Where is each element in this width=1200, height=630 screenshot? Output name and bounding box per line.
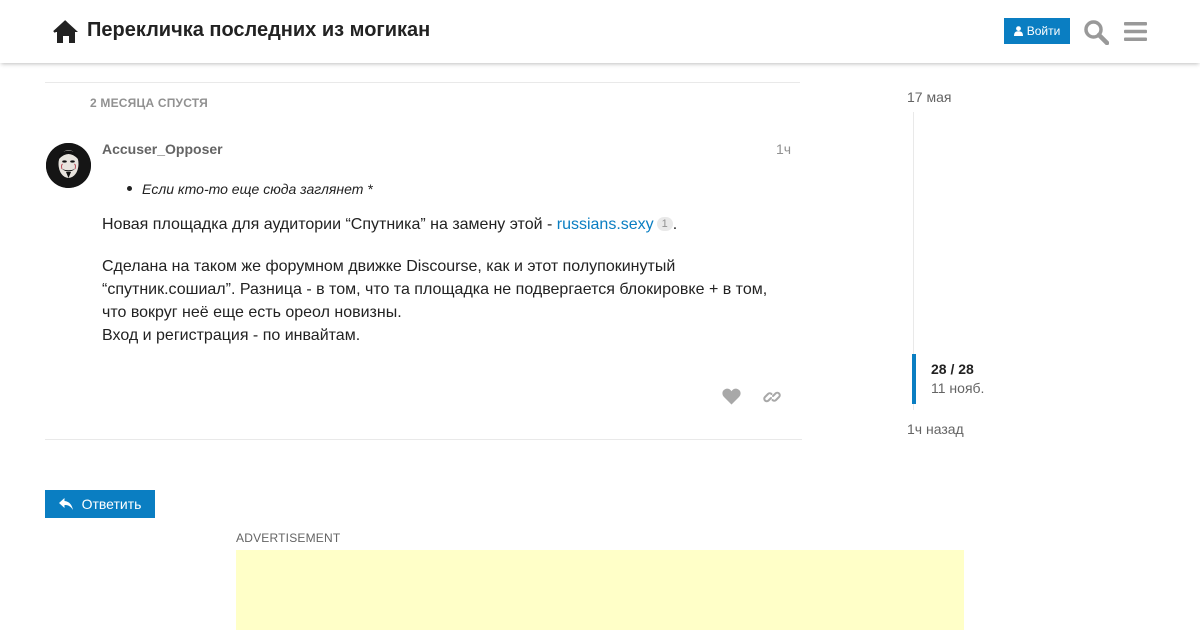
timeline-position: 28 / 28 — [931, 361, 974, 377]
timeline-start-date[interactable]: 17 мая — [907, 89, 951, 105]
para1-text: Новая площадка для аудитории “Спутника” … — [102, 216, 557, 233]
timeline-handle[interactable] — [912, 354, 916, 404]
link-icon[interactable] — [763, 388, 781, 406]
heart-icon[interactable] — [722, 388, 741, 405]
search-icon[interactable] — [1083, 19, 1109, 45]
post-paragraph-1: Новая площадка для аудитории “Спутника” … — [102, 216, 677, 234]
quote-list-item: Если кто-то еще сюда заглянет * — [142, 181, 373, 197]
post-divider — [45, 439, 802, 440]
para1-suffix: . — [672, 216, 678, 233]
timeline-position-date: 11 нояб. — [931, 380, 985, 396]
home-icon[interactable] — [53, 20, 79, 44]
user-icon — [1013, 26, 1023, 36]
topic-title[interactable]: Перекличка последних из могикан — [87, 19, 430, 42]
post-username[interactable]: Accuser_Opposer — [102, 141, 223, 157]
external-link[interactable]: russians.sexy — [557, 216, 654, 233]
avatar[interactable] — [46, 143, 91, 188]
advertisement-box[interactable] — [236, 550, 964, 630]
hamburger-menu-icon[interactable] — [1124, 21, 1147, 42]
timeline-end-date[interactable]: 1ч назад — [907, 421, 964, 437]
para2-line: что вокруг неё еще есть ореол новизны. — [102, 304, 402, 321]
post-date[interactable]: 1ч — [776, 141, 791, 157]
advertisement-label: ADVERTISEMENT — [236, 531, 341, 545]
para2-line: Вход и регистрация - по инвайтам. — [102, 327, 361, 344]
reply-button[interactable]: Ответить — [45, 490, 155, 518]
reply-icon — [58, 498, 73, 510]
post-divider — [45, 82, 800, 83]
login-label: Войти — [1026, 24, 1061, 38]
time-gap-label: 2 МЕСЯЦА СПУСТЯ — [90, 96, 208, 110]
para2-line: Сделана на таком же форумном движке Disc… — [102, 258, 676, 275]
para2-line: “спутник.сошиал”. Разница - в том, что т… — [102, 281, 768, 298]
post-paragraph-2: Сделана на таком же форумном движке Disc… — [102, 255, 792, 347]
site-header: Перекличка последних из могикан Войти — [0, 0, 1200, 63]
list-bullet — [127, 186, 132, 191]
login-button[interactable]: Войти — [1004, 18, 1070, 44]
link-click-count: 1 — [656, 217, 673, 231]
reply-label: Ответить — [81, 496, 142, 512]
